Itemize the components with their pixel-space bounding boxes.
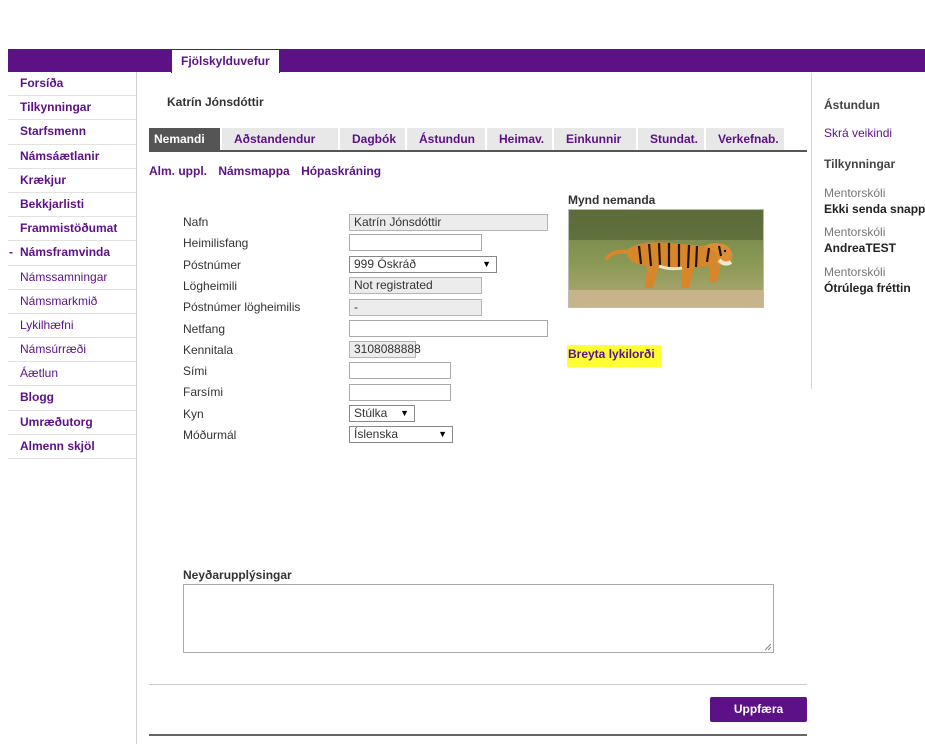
expanded-marker-icon: -: [9, 245, 13, 260]
language-select[interactable]: Íslenska ▼: [349, 426, 453, 443]
sidebar-item-home[interactable]: Forsíða: [8, 72, 136, 97]
tab-timetable[interactable]: Stundat.: [638, 128, 706, 150]
right-panel: Ástundun Skrá veikindi Tilkynningar Ment…: [811, 73, 925, 389]
sidebar-item-forum[interactable]: Umræðutorg: [8, 411, 136, 435]
sidebar-item-key-competencies[interactable]: Lykilhæfni: [8, 314, 136, 339]
subnav-portfolio[interactable]: Námsmappa: [218, 164, 289, 178]
postcode-value: 999 Óskráð: [354, 257, 417, 271]
sidebar-item-label: Námsúrræði: [20, 342, 87, 357]
email-label: Netfang: [183, 322, 226, 336]
sidebar-item-study-plans[interactable]: Námsáætlanir: [8, 145, 136, 169]
name-field: Katrín Jónsdóttir: [349, 214, 548, 231]
sidebar-item-label: Námsmarkmið: [20, 293, 98, 308]
legal-home-field: Not registrated: [349, 277, 482, 294]
sidebar-item-label: Umræðutorg: [20, 414, 93, 429]
address-label: Heimilisfang: [183, 236, 249, 250]
gender-label: Kyn: [183, 407, 204, 421]
legal-postcode-field: -: [349, 299, 482, 316]
chevron-down-icon: ▼: [482, 259, 491, 269]
sidebar-item-label: Áætlun: [20, 366, 59, 381]
sidebar-item-label: Tilkynningar: [20, 100, 92, 115]
photo-title: Mynd nemanda: [568, 193, 656, 207]
sidebar-item-documents[interactable]: Almenn skjöl: [8, 435, 136, 459]
sidebar-item-study-resources[interactable]: Námsúrræði: [8, 338, 136, 363]
announcements-heading: Tilkynningar: [824, 157, 896, 171]
sidebar-item-label: Blogg: [20, 390, 54, 405]
name-label: Nafn: [183, 215, 209, 229]
announcement-title[interactable]: Ótrúlega fréttin: [824, 281, 911, 295]
sidebar-item-plan[interactable]: Áætlun: [8, 362, 136, 387]
update-button[interactable]: Uppfæra: [710, 697, 807, 722]
report-sick-link[interactable]: Skrá veikindi: [824, 126, 892, 140]
sidebar-item-links[interactable]: Krækjur: [8, 169, 136, 193]
chevron-down-icon: ▼: [400, 408, 409, 418]
attendance-heading: Ástundun: [824, 98, 880, 112]
gender-select[interactable]: Stúlka ▼: [349, 405, 415, 422]
mobile-input[interactable]: [349, 384, 451, 401]
sidebar-item-label: Lykilhæfni: [20, 317, 74, 332]
sidebar-item-label: Krækjur: [20, 172, 67, 187]
postcode-label: Póstnúmer: [183, 258, 242, 272]
tab-student[interactable]: Nemandi: [149, 128, 222, 150]
resize-handle-icon[interactable]: [763, 642, 772, 651]
student-photo: [568, 209, 764, 308]
sidebar-item-label: Almenn skjöl: [20, 438, 95, 453]
sidebar-item-label: Frammistöðumat: [20, 221, 118, 236]
announcement-source: Mentorskóli: [824, 225, 886, 239]
subnav-general-info[interactable]: Alm. uppl.: [149, 164, 207, 178]
tab-guardians[interactable]: Aðstandendur: [222, 128, 340, 150]
tab-homework[interactable]: Heimav.: [487, 128, 554, 150]
tab-family-web[interactable]: Fjölskylduvefur: [171, 49, 280, 73]
announcement-title[interactable]: Ekki senda snapp: [824, 202, 925, 216]
tab-attendance[interactable]: Ástundun: [407, 128, 487, 150]
mobile-label: Farsími: [183, 385, 223, 399]
sidebar-item-staff[interactable]: Starfsmenn: [8, 120, 136, 145]
sidebar-item-label: Námssamningar: [20, 269, 108, 284]
change-password-link[interactable]: Breyta lykilorði: [567, 345, 661, 367]
sidebar-item-announcements[interactable]: Tilkynningar: [8, 96, 136, 121]
postcode-select[interactable]: 999 Óskráð ▼: [349, 256, 497, 273]
subnav-group-registration[interactable]: Hópaskráning: [301, 164, 381, 178]
announcement-source: Mentorskóli: [824, 186, 886, 200]
phone-label: Sími: [183, 364, 207, 378]
tab-grades[interactable]: Einkunnir: [554, 128, 638, 150]
top-nav-bar: [8, 49, 925, 72]
divider: [149, 734, 807, 736]
sidebar: Forsíða Tilkynningar Starfsmenn Námsáætl…: [8, 72, 137, 744]
address-input[interactable]: [349, 234, 482, 251]
sidebar-item-label: Bekkjarlisti: [20, 196, 85, 211]
legal-postcode-label: Póstnúmer lögheimilis: [183, 300, 301, 314]
chevron-down-icon: ▼: [438, 429, 447, 439]
email-input[interactable]: [349, 320, 548, 337]
kennitala-field: 3108088888: [349, 341, 421, 358]
sidebar-item-blog[interactable]: Blogg: [8, 386, 136, 411]
student-name: Katrín Jónsdóttir: [167, 95, 264, 109]
sidebar-item-study-goals[interactable]: Námsmarkmið: [8, 290, 136, 314]
tab-assignments[interactable]: Verkefnab.: [706, 128, 786, 150]
language-label: Móðurmál: [183, 428, 237, 442]
sidebar-item-study-agreements[interactable]: Námssamningar: [8, 266, 136, 290]
student-tabs: Nemandi Aðstandendur Dagbók Ástundun Hei…: [149, 128, 807, 152]
language-value: Íslenska: [354, 427, 399, 441]
sidebar-item-label: Starfsmenn: [20, 124, 87, 139]
emergency-label: Neyðarupplýsingar: [183, 568, 292, 582]
announcement-source: Mentorskóli: [824, 265, 886, 279]
sidebar-item-assessment[interactable]: Frammistöðumat: [8, 217, 136, 242]
kennitala-label: Kennitala: [183, 343, 234, 357]
sidebar-item-label: Námsáætlanir: [20, 148, 100, 163]
sub-navigation: Alm. uppl. Námsmappa Hópaskráning: [149, 164, 389, 178]
sidebar-item-label: Námsframvinda: [20, 245, 111, 260]
sidebar-item-class-list[interactable]: Bekkjarlisti: [8, 193, 136, 218]
announcement-title[interactable]: AndreaTEST: [824, 241, 896, 255]
divider: [149, 684, 807, 685]
gender-value: Stúlka: [354, 406, 388, 420]
phone-input[interactable]: [349, 362, 451, 379]
emergency-textarea[interactable]: [183, 584, 774, 653]
tab-diary[interactable]: Dagbók: [340, 128, 407, 150]
legal-home-label: Lögheimili: [183, 279, 238, 293]
tiger-image: [569, 210, 763, 307]
sidebar-item-label: Forsíða: [20, 76, 64, 90]
sidebar-item-progress[interactable]: - Námsframvinda: [8, 241, 136, 266]
